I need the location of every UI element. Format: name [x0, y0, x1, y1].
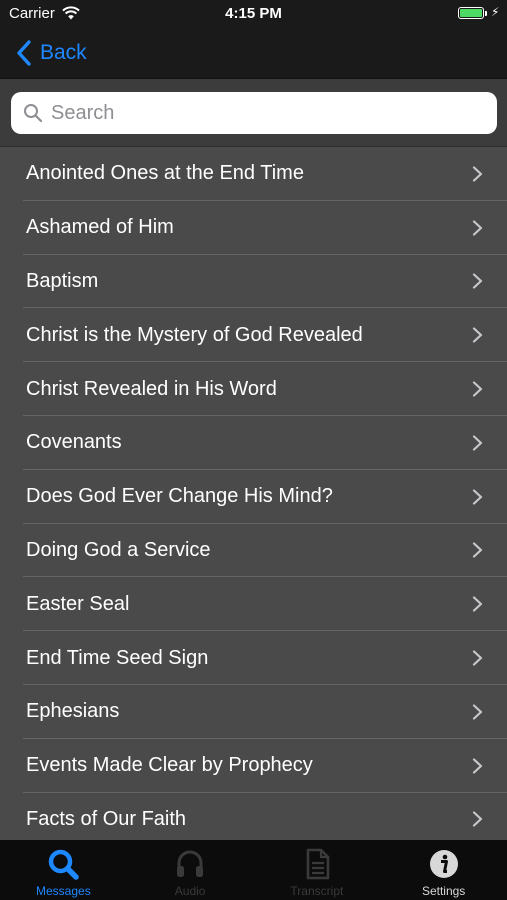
chevron-right-icon [472, 704, 483, 720]
list-item-label: Does God Ever Change His Mind? [26, 485, 333, 508]
tab-messages[interactable]: Messages [0, 840, 127, 900]
tab-bar: Messages Audio Transcript Settings [0, 840, 507, 900]
info-icon [428, 848, 460, 880]
status-bar: Carrier 4:15 PM ⚡ [0, 0, 507, 28]
chevron-right-icon [472, 811, 483, 828]
chevron-right-icon [472, 489, 483, 505]
search-field[interactable] [11, 92, 497, 134]
list-item[interactable]: Anointed Ones at the End Time [0, 147, 507, 201]
list-item[interactable]: Easter Seal [0, 577, 507, 632]
search-icon [24, 104, 43, 123]
tab-label: Audio [174, 884, 206, 898]
tab-label: Transcript [290, 884, 344, 898]
back-label: Back [40, 41, 87, 64]
document-icon [301, 848, 333, 880]
list-item-label: Facts of Our Faith [26, 807, 187, 830]
battery-level [460, 9, 482, 17]
search-bar [0, 79, 507, 147]
chevron-right-icon [472, 758, 483, 774]
list-item[interactable]: Baptism [0, 255, 507, 309]
list-item[interactable]: Does God Ever Change His Mind? [0, 470, 507, 524]
list-item-label: Covenants [26, 431, 122, 454]
list-item-label: Baptism [26, 269, 99, 292]
list-item-label: Christ Revealed in His Word [26, 377, 277, 400]
chevron-right-icon [472, 542, 483, 559]
tab-settings[interactable]: Settings [380, 840, 507, 900]
list-item[interactable]: Christ Revealed in His Word [0, 362, 507, 416]
tab-label: Messages [36, 884, 91, 898]
message-list: Anointed Ones at the End Time Ashamed of … [0, 147, 507, 840]
list-item-label: Easter Seal [26, 592, 130, 615]
back-button[interactable]: Back [14, 37, 87, 69]
tab-transcript: Transcript [254, 840, 381, 900]
list-item[interactable]: End Time Seed Sign [0, 631, 507, 685]
list-item[interactable]: Christ is the Mystery of God Revealed [0, 308, 507, 363]
list-item[interactable]: Ephesians [0, 685, 507, 739]
list-item-label: Doing God a Service [26, 538, 211, 561]
nav-bar: Back [0, 28, 507, 79]
chevron-right-icon [472, 596, 483, 612]
list-item-label: Ashamed of Him [26, 216, 174, 239]
search-input[interactable] [51, 101, 471, 125]
chevron-left-icon [17, 40, 31, 66]
list-item-label: Events Made Clear by Prophecy [26, 754, 313, 777]
chevron-right-icon [472, 273, 483, 290]
list-item-label: Ephesians [26, 700, 120, 723]
headphones-icon [174, 848, 206, 880]
list-item[interactable]: Doing God a Service [0, 524, 507, 578]
chevron-right-icon [472, 650, 483, 666]
list-item-label: End Time Seed Sign [26, 646, 209, 669]
list-item[interactable]: Ashamed of Him [0, 201, 507, 255]
battery-cap [485, 11, 487, 16]
list-item-label: Anointed Ones at the End Time [26, 162, 304, 185]
tab-audio: Audio [127, 840, 254, 900]
chevron-right-icon [472, 381, 483, 397]
magnifier-icon [47, 848, 80, 880]
list-item[interactable]: Facts of Our Faith [0, 793, 507, 840]
charging-bolt-icon: ⚡ [491, 5, 500, 19]
status-time: 4:15 PM [225, 5, 282, 22]
chevron-right-icon [472, 435, 483, 451]
chevron-right-icon [472, 327, 483, 343]
list-item-label: Christ is the Mystery of God Revealed [26, 323, 363, 346]
list-item[interactable]: Events Made Clear by Prophecy [0, 739, 507, 793]
battery-icon [458, 7, 484, 19]
chevron-right-icon [472, 166, 483, 182]
chevron-right-icon [472, 220, 483, 236]
tab-label: Settings [421, 884, 466, 898]
list-item[interactable]: Covenants [0, 416, 507, 470]
